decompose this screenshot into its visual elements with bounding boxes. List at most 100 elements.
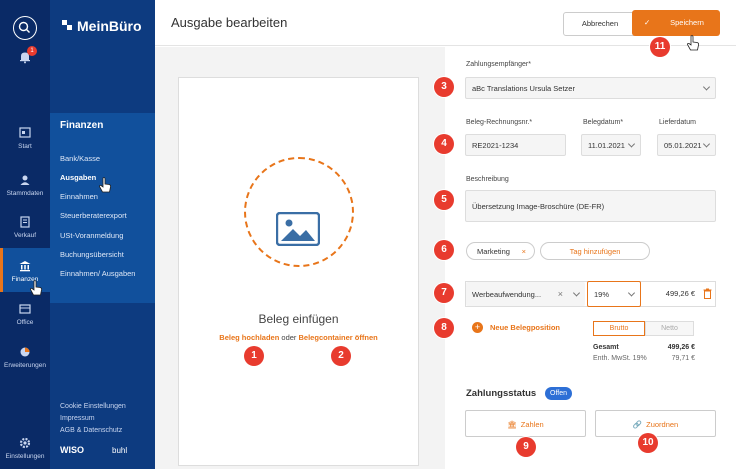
netto-toggle[interactable]: Netto — [645, 321, 694, 336]
nav-link-einnahmen-ausgaben[interactable]: Einnahmen/ Ausgaben — [60, 269, 135, 278]
rail-item-start[interactable]: Start — [0, 126, 50, 150]
rail-label-verkauf: Verkauf — [13, 232, 37, 239]
puzzle-icon — [20, 347, 30, 357]
home-icon — [19, 127, 31, 138]
nav-link-ust-voranmeldung[interactable]: USt-Voranmeldung — [60, 231, 123, 240]
link-icon: 🔗 — [632, 420, 643, 429]
plus-icon[interactable]: + — [472, 322, 483, 333]
icon-rail: 1 Start Stammdaten Verkauf Finanzen Offi… — [0, 0, 50, 469]
invoice-number-label: Beleg-Rechnungsnr.* — [466, 119, 533, 126]
bank-icon: 🏛 — [507, 420, 517, 429]
footer-logo-wiso: WISO — [60, 445, 84, 455]
upload-receipt-link[interactable]: Beleg hochladen — [219, 333, 279, 342]
rail-item-erweiterungen[interactable]: Erweiterungen — [0, 345, 50, 369]
nav-link-bank-kasse[interactable]: Bank/Kasse — [60, 154, 100, 163]
open-container-link[interactable]: Belegcontainer öffnen — [299, 333, 378, 342]
rail-item-verkauf[interactable]: Verkauf — [0, 215, 50, 239]
add-tag-button[interactable]: Tag hinzufügen — [540, 242, 650, 260]
hand-cursor-icon — [99, 177, 111, 193]
tag-label: Marketing — [477, 246, 510, 256]
rail-item-einstellungen[interactable]: Einstellungen — [0, 436, 50, 460]
search-button[interactable] — [13, 16, 37, 40]
recipient-select[interactable]: aBc Translations Ursula Setzer — [465, 77, 716, 99]
nav-link-buchungsuebersicht[interactable]: Buchungsübersicht — [60, 250, 124, 259]
image-icon — [276, 212, 320, 246]
nav-section-title: Finanzen — [60, 120, 104, 131]
recipient-label: Zahlungsempfänger* — [466, 61, 531, 68]
rail-label-einstellungen: Einstellungen — [5, 453, 45, 460]
search-icon — [18, 21, 30, 33]
trash-icon[interactable] — [703, 288, 712, 299]
callout-7: 7 — [434, 283, 454, 303]
add-position-link[interactable]: Neue Belegposition — [490, 323, 560, 332]
navigation-panel: MeinBüro Finanzen Bank/Kasse Ausgaben Ei… — [50, 0, 155, 469]
rail-item-stammdaten[interactable]: Stammdaten — [0, 173, 50, 197]
add-tag-label: Tag hinzufügen — [569, 246, 621, 256]
callout-2: 2 — [331, 346, 351, 366]
upload-options: Beleg hochladen oder Belegcontainer öffn… — [178, 333, 419, 342]
delivery-date-value: 05.01.2021 — [664, 140, 702, 150]
receipt-title: Beleg einfügen — [258, 312, 339, 326]
notification-count: 1 — [27, 46, 37, 56]
gear-icon — [19, 437, 31, 449]
receipt-date-label: Belegdatum* — [583, 119, 624, 126]
save-label: Speichern — [670, 18, 704, 27]
tag-remove-icon[interactable]: × — [522, 247, 526, 256]
receipt-drop-zone[interactable] — [178, 77, 419, 466]
description-input[interactable]: Übersetzung Image-Broschüre (DE-FR) — [465, 190, 716, 222]
nav-link-einnahmen[interactable]: Einnahmen — [60, 192, 98, 201]
page-header: Ausgabe bearbeiten Abbrechen ✓ Speichern — [155, 0, 736, 46]
callout-3: 3 — [434, 77, 454, 97]
nav-link-steuerberaterexport[interactable]: Steuerberaterexport — [60, 211, 127, 220]
receipt-date-select[interactable]: 11.01.2021 — [581, 134, 641, 156]
total-label: Gesamt — [593, 344, 619, 351]
assign-button[interactable]: 🔗 Zuordnen — [595, 410, 716, 437]
hand-cursor-icon — [30, 280, 42, 296]
recipient-value: aBc Translations Ursula Setzer — [472, 83, 575, 93]
footer-link-agb[interactable]: AGB & Datenschutz — [60, 427, 122, 434]
payment-status-label: Zahlungsstatus — [466, 388, 537, 399]
vat-select[interactable]: 19% — [587, 281, 641, 307]
or-text: oder — [281, 333, 297, 342]
chevron-down-icon — [627, 289, 636, 297]
tag-marketing: Marketing × — [466, 242, 535, 260]
callout-8: 8 — [434, 318, 454, 338]
footer-logo-buhl: buhl — [112, 446, 128, 455]
callout-1: 1 — [244, 346, 264, 366]
callout-9: 9 — [516, 437, 536, 457]
clear-icon[interactable]: × — [558, 289, 563, 299]
nav-link-ausgaben[interactable]: Ausgaben — [60, 173, 96, 182]
callout-4: 4 — [434, 134, 454, 154]
delivery-date-select[interactable]: 05.01.2021 — [657, 134, 716, 156]
brand-logo-icon — [62, 20, 72, 30]
rail-item-office[interactable]: Office — [0, 302, 50, 326]
document-icon — [20, 216, 30, 228]
brutto-toggle[interactable]: Brutto — [593, 321, 645, 336]
status-badge: Offen — [545, 387, 572, 400]
chevron-down-icon — [702, 140, 711, 148]
invoice-number-value: RE2021-1234 — [472, 140, 519, 150]
save-button[interactable]: ✓ Speichern — [632, 10, 720, 36]
pay-button[interactable]: 🏛 Zahlen — [465, 410, 586, 437]
vat-value: 19% — [594, 289, 610, 299]
rail-label-office: Office — [16, 319, 34, 326]
page-title: Ausgabe bearbeiten — [171, 15, 288, 30]
footer-link-cookies[interactable]: Cookie Einstellungen — [60, 403, 126, 410]
person-icon — [20, 175, 30, 185]
vat-included-label: Enth. MwSt. 19% — [593, 355, 647, 362]
chevron-down-icon — [572, 289, 581, 297]
amount-value[interactable]: 499,26 € — [641, 281, 697, 307]
footer-link-impressum[interactable]: Impressum — [60, 415, 95, 422]
category-select[interactable]: Werbeaufwendung... × — [466, 282, 585, 306]
vat-included-value: 79,71 € — [671, 355, 695, 362]
callout-5: 5 — [434, 190, 454, 210]
rail-label-erweiterungen: Erweiterungen — [4, 362, 46, 369]
callout-6: 6 — [434, 240, 454, 260]
receipt-date-value: 11.01.2021 — [588, 140, 625, 150]
brand-name: MeinBüro — [77, 18, 142, 34]
chevron-down-icon — [702, 83, 711, 91]
callout-10: 10 — [638, 433, 658, 453]
cancel-button[interactable]: Abbrechen — [563, 12, 637, 36]
bank-icon — [19, 261, 31, 272]
invoice-number-input[interactable]: RE2021-1234 — [465, 134, 566, 156]
